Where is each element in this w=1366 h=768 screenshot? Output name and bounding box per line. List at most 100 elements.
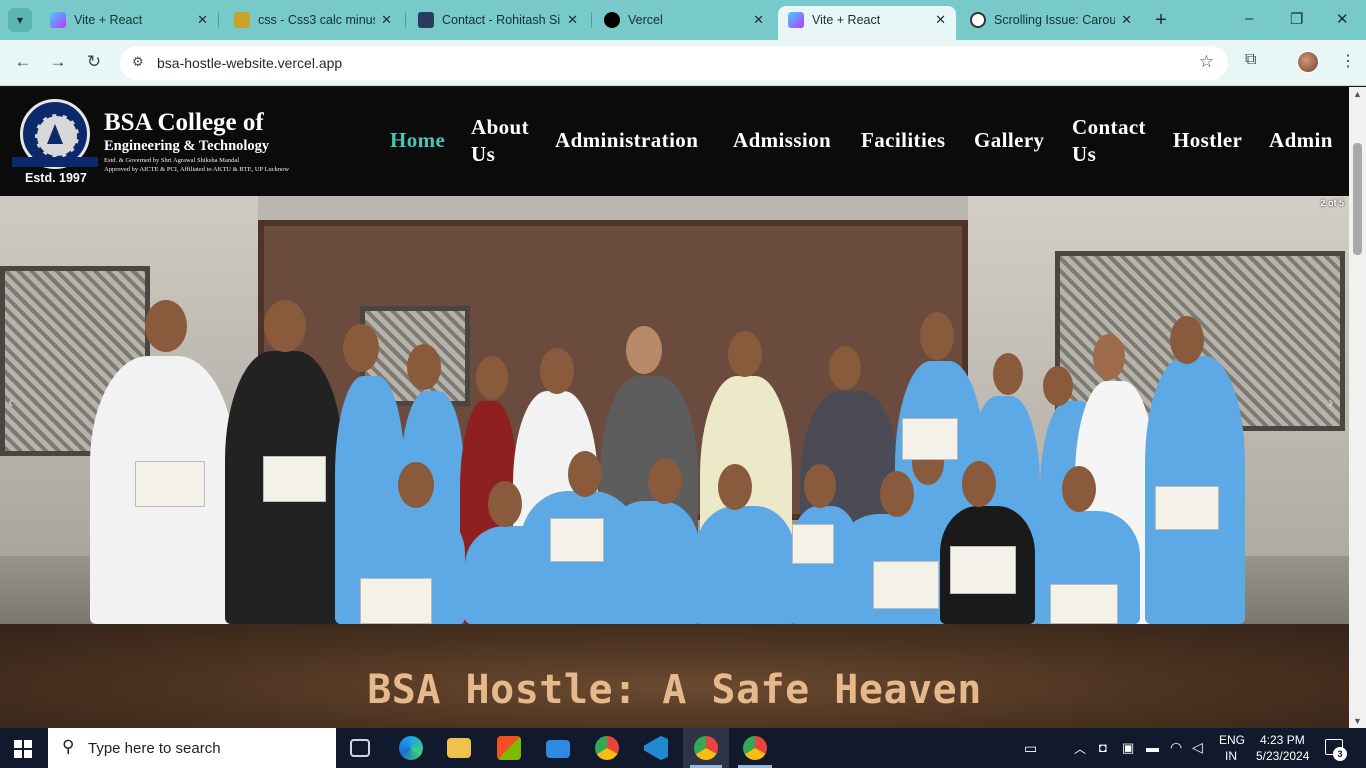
browser-tab-bar: ▾ Vite + React ✕ css - Css3 calc minus ✕…: [0, 0, 1366, 40]
search-icon: ⚲: [62, 737, 75, 756]
photo-person-head: [920, 312, 954, 360]
nav-admin[interactable]: Admin: [1269, 127, 1333, 154]
vite-icon: [788, 12, 804, 28]
bookmark-star-icon[interactable]: ☆: [1199, 52, 1214, 72]
wifi-icon[interactable]: ◠: [1170, 739, 1182, 756]
hero-carousel[interactable]: 2 of 5 ‹ ›: [0, 196, 1349, 624]
store-icon[interactable]: [497, 736, 521, 760]
browser-tab[interactable]: css - Css3 calc minus ✕: [224, 6, 402, 34]
chrome-profile-icon[interactable]: [743, 736, 767, 760]
tab-title: Vercel: [628, 13, 663, 27]
photo-person-head: [476, 356, 508, 400]
chrome-icon[interactable]: [595, 736, 619, 760]
photo-person-head: [626, 326, 662, 374]
chrome-profile-icon[interactable]: [694, 736, 718, 760]
scroll-thumb[interactable]: [1353, 143, 1362, 255]
photo-person-head: [1170, 316, 1204, 364]
photo-person-head: [804, 464, 836, 508]
brand-line-1: Estd. & Governed by Shri Agrawal Shiksha…: [104, 157, 240, 164]
nav-administration[interactable]: Administration: [555, 127, 698, 154]
chevron-up-icon[interactable]: ︿: [1074, 740, 1086, 757]
clock-date[interactable]: 5/23/2024: [1256, 749, 1309, 763]
browser-tab[interactable]: Scrolling Issue: Carou ✕: [960, 6, 1142, 34]
nav-home[interactable]: Home: [390, 127, 445, 154]
photo-person: [695, 506, 795, 624]
nav-hostler[interactable]: Hostler: [1173, 127, 1242, 154]
notification-count: 3: [1333, 747, 1347, 761]
nav-facilities[interactable]: Facilities: [861, 127, 945, 154]
security-icon[interactable]: ▣: [1122, 740, 1134, 756]
address-bar[interactable]: ⚙ bsa-hostle-website.vercel.app ☆: [120, 46, 1228, 80]
clock-time[interactable]: 4:23 PM: [1260, 733, 1305, 747]
hostel-intro-section: BSA Hostle: A Safe Heaven: [0, 624, 1349, 728]
photo-certificate: [550, 518, 604, 562]
browser-tab[interactable]: Contact - Rohitash Si ✕: [408, 6, 588, 34]
task-view-icon[interactable]: [350, 739, 370, 757]
photo-person-head: [407, 344, 441, 390]
site-info-icon[interactable]: ⚙: [132, 54, 144, 70]
taskbar-search[interactable]: ⚲ Type here to search: [48, 728, 336, 768]
nav-gallery[interactable]: Gallery: [974, 127, 1044, 154]
maximize-button[interactable]: ❐: [1290, 10, 1303, 28]
photo-certificate: [792, 524, 834, 564]
tab-separator: [405, 12, 406, 28]
close-icon[interactable]: ✕: [197, 12, 208, 28]
language-indicator[interactable]: ENG: [1219, 733, 1245, 747]
new-tab-button[interactable]: +: [1150, 9, 1172, 31]
close-window-button[interactable]: ✕: [1336, 10, 1349, 28]
photo-person-head: [1093, 334, 1125, 380]
chevron-down-icon: ▾: [16, 13, 24, 27]
back-button[interactable]: ←: [12, 52, 34, 72]
windows-start-icon[interactable]: [14, 740, 32, 758]
photo-person-head: [648, 458, 682, 504]
url-text[interactable]: bsa-hostle-website.vercel.app: [157, 55, 342, 71]
carousel-prev-button[interactable]: ‹: [8, 394, 13, 412]
photo-person-head: [568, 451, 602, 497]
close-icon[interactable]: ✕: [935, 12, 946, 28]
nav-about-us[interactable]: About Us: [471, 114, 551, 168]
close-icon[interactable]: ✕: [381, 12, 392, 28]
scroll-down-icon[interactable]: ▼: [1353, 716, 1362, 726]
page-scrollbar[interactable]: ▲ ▼: [1349, 87, 1366, 728]
photo-person: [605, 501, 700, 624]
photo-certificate: [360, 578, 432, 624]
vscode-icon[interactable]: [644, 736, 668, 760]
close-icon[interactable]: ✕: [753, 12, 764, 28]
reload-button[interactable]: ↻: [83, 52, 105, 72]
forward-button[interactable]: →: [47, 52, 69, 72]
photo-person-head: [540, 348, 574, 394]
mail-icon[interactable]: [546, 740, 570, 758]
file-explorer-icon[interactable]: [447, 738, 471, 758]
close-icon[interactable]: ✕: [1121, 12, 1132, 28]
battery-icon[interactable]: ▬: [1146, 740, 1159, 755]
nav-contact-us[interactable]: Contact Us: [1072, 114, 1162, 168]
minimize-button[interactable]: –: [1245, 10, 1253, 27]
photo-person-head: [264, 300, 306, 352]
menu-icon[interactable]: ⋮: [1340, 51, 1356, 71]
brand-subtitle: Engineering & Technology: [104, 138, 270, 154]
volume-icon[interactable]: ◁: [1192, 739, 1203, 756]
photo-person-head: [488, 481, 522, 527]
profile-avatar[interactable]: [1297, 51, 1319, 73]
tab-search-button[interactable]: ▾: [8, 8, 32, 32]
search-placeholder[interactable]: Type here to search: [88, 740, 221, 757]
browser-tab[interactable]: Vercel ✕: [594, 6, 774, 34]
nav-admission[interactable]: Admission: [733, 127, 831, 154]
photo-certificate: [135, 461, 205, 507]
edge-icon[interactable]: [399, 736, 423, 760]
close-icon[interactable]: ✕: [567, 12, 578, 28]
photo-person-head: [829, 346, 861, 390]
site-navbar: Estd. 1997 BSA College of Engineering & …: [0, 87, 1349, 196]
meet-icon[interactable]: ◘: [1099, 740, 1107, 755]
photo-certificate: [950, 546, 1016, 594]
scroll-up-icon[interactable]: ▲: [1353, 89, 1362, 99]
logo-ribbon: [12, 157, 98, 167]
photo-person-head: [962, 461, 996, 507]
browser-tab-active[interactable]: Vite + React ✕: [778, 6, 956, 40]
carousel-counter: 2 of 5: [1320, 198, 1344, 208]
extensions-icon[interactable]: ⧉: [1245, 51, 1256, 69]
region-indicator[interactable]: IN: [1225, 749, 1237, 763]
keyboard-icon[interactable]: ▭: [1024, 740, 1037, 757]
browser-tab[interactable]: Vite + React ✕: [40, 6, 218, 34]
carousel-next-button[interactable]: ›: [1328, 394, 1333, 412]
